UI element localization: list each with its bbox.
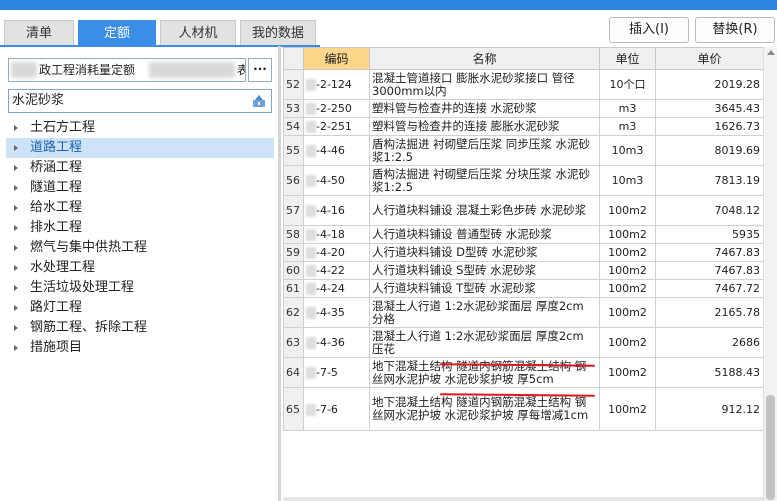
quota-name: 塑料管与检查井的连接 膨胀水泥砂浆 (369, 117, 600, 136)
table-row[interactable]: 54 -2-251 塑料管与检查井的连接 膨胀水泥砂浆 m3 1626.73 (283, 117, 763, 136)
expand-arrow-icon[interactable] (14, 245, 18, 251)
tab-labor-material-machine[interactable]: 人材机 (160, 20, 236, 46)
masked-code-prefix (306, 121, 316, 133)
expand-arrow-icon[interactable] (14, 225, 18, 231)
quota-library-select[interactable]: 政工程消耗量定额 表 (8, 58, 246, 82)
tree-item[interactable]: 桥涵工程 (6, 158, 274, 178)
expand-arrow-icon[interactable] (14, 165, 18, 171)
expand-arrow-icon[interactable] (14, 305, 18, 311)
masked-code-prefix (306, 175, 316, 187)
tree-item[interactable]: 路灯工程 (6, 298, 274, 318)
masked-code-prefix (306, 337, 316, 349)
table-row[interactable]: 57 -4-16 人行道块料铺设 混凝土彩色步砖 水泥砂浆 100m2 7048… (283, 195, 763, 226)
title-bar (0, 0, 777, 10)
filter-search-icon[interactable] (252, 94, 266, 108)
tree-item[interactable]: 钢筋工程、拆除工程 (6, 318, 274, 338)
table-row[interactable]: 56 -4-50 盾构法掘进 衬砌壁后压浆 分块压浆 水泥砂浆1:2.5 10m… (283, 165, 763, 196)
masked-code-prefix (306, 145, 316, 157)
tab-bar: 清单 定额 人材机 我的数据 (0, 18, 320, 46)
quota-name: 混凝土人行道 1:2水泥砂浆面层 厚度2cm 压花 (369, 327, 600, 358)
tree-item[interactable]: 措施项目 (6, 338, 274, 358)
unit-column-header[interactable]: 单位 (599, 47, 656, 70)
quota-table: 编码 名称 单位 单价 52 -2-124 混凝土管道接口 膨胀水泥砂浆接口 管… (283, 47, 763, 431)
quota-name: 地下混凝土结构 隧道内钢筋混凝土结构 钢丝网水泥护坡 水泥砂浆护坡 厚5cm (369, 357, 600, 388)
table-row[interactable]: 53 -2-250 塑料管与检查井的连接 水泥砂浆 m3 3645.43 (283, 99, 763, 118)
vertical-scrollbar[interactable] (763, 47, 777, 501)
name-column-header[interactable]: 名称 (369, 47, 600, 70)
blurred-text (149, 62, 235, 78)
quota-name: 人行道块料铺设 普通型砖 水泥砂浆 (369, 225, 600, 244)
search-value: 水泥砂浆 (12, 93, 65, 108)
horizontal-scrollbar[interactable] (283, 497, 763, 501)
scrollbar-thumb[interactable] (766, 395, 775, 500)
tree-item[interactable]: 给水工程 (6, 198, 274, 218)
expand-arrow-icon[interactable] (14, 125, 18, 131)
table-row[interactable]: 61 -4-24 人行道块料铺设 T型砖 水泥砂浆 100m2 7467.72 (283, 279, 763, 298)
insert-button[interactable]: 插入(I) (609, 17, 689, 43)
search-input[interactable]: 水泥砂浆 (8, 89, 272, 113)
row-number-header (283, 47, 304, 70)
tree-item[interactable]: 燃气与集中供热工程 (6, 238, 274, 258)
masked-code-prefix (306, 265, 316, 277)
quota-name: 人行道块料铺设 T型砖 水泥砂浆 (369, 279, 600, 298)
tree-item[interactable]: 隧道工程 (6, 178, 274, 198)
table-row[interactable]: 60 -4-22 人行道块料铺设 S型砖 水泥砂浆 100m2 7467.83 (283, 261, 763, 280)
masked-code-prefix (306, 307, 316, 319)
table-row[interactable]: 58 -4-18 人行道块料铺设 普通型砖 水泥砂浆 100m2 5935 (283, 225, 763, 244)
table-row[interactable]: 55 -4-46 盾构法掘进 衬砌壁后压浆 同步压浆 水泥砂浆1:2.5 10m… (283, 135, 763, 166)
more-button[interactable]: ··· (248, 58, 272, 82)
tree-item[interactable]: 土石方工程 (6, 118, 274, 138)
masked-code-prefix (306, 367, 316, 379)
masked-code-prefix (306, 247, 316, 259)
tree-item[interactable]: 道路工程 (6, 138, 274, 158)
replace-button[interactable]: 替换(R) (695, 17, 775, 43)
expand-arrow-icon[interactable] (14, 205, 18, 211)
table-row[interactable]: 59 -4-20 人行道块料铺设 D型砖 水泥砂浆 100m2 7467.83 (283, 243, 763, 262)
table-row[interactable]: 62 -4-35 混凝土人行道 1:2水泥砂浆面层 厚度2cm 分格 100m2… (283, 297, 763, 328)
scroll-up-arrow-icon[interactable] (767, 50, 775, 55)
expand-arrow-icon[interactable] (14, 345, 18, 351)
quota-name: 人行道块料铺设 D型砖 水泥砂浆 (369, 243, 600, 262)
panel-splitter[interactable] (278, 46, 281, 501)
quota-name: 混凝土人行道 1:2水泥砂浆面层 厚度2cm 分格 (369, 297, 600, 328)
quota-name: 混凝土管道接口 膨胀水泥砂浆接口 管径3000mm以内 (369, 69, 600, 100)
tab-my-data[interactable]: 我的数据 (240, 20, 316, 46)
tree-item[interactable]: 水处理工程 (6, 258, 274, 278)
price-column-header[interactable]: 单价 (655, 47, 763, 70)
tab-underline (0, 45, 320, 47)
masked-code-prefix (306, 229, 316, 241)
tab-bill[interactable]: 清单 (4, 20, 74, 46)
quota-name: 盾构法掘进 衬砌壁后压浆 分块压浆 水泥砂浆1:2.5 (369, 165, 600, 196)
tree-item[interactable]: 生活垃圾处理工程 (6, 278, 274, 298)
masked-code-prefix (306, 283, 316, 295)
masked-code-prefix (306, 205, 316, 217)
expand-arrow-icon[interactable] (14, 285, 18, 291)
code-column-header[interactable]: 编码 (303, 47, 370, 70)
masked-code-prefix (306, 103, 316, 115)
expand-arrow-icon[interactable] (14, 185, 18, 191)
table-row[interactable]: 63 -4-36 混凝土人行道 1:2水泥砂浆面层 厚度2cm 压花 100m2… (283, 327, 763, 358)
table-row[interactable]: 52 -2-124 混凝土管道接口 膨胀水泥砂浆接口 管径3000mm以内 10… (283, 69, 763, 100)
library-suffix: 表 (237, 59, 245, 81)
tab-quota[interactable]: 定额 (78, 20, 156, 46)
quota-name: 塑料管与检查井的连接 水泥砂浆 (369, 99, 600, 118)
expand-arrow-icon[interactable] (14, 265, 18, 271)
blurred-text (11, 62, 37, 78)
tree-item[interactable]: 排水工程 (6, 218, 274, 238)
masked-code-prefix (306, 79, 316, 91)
quota-name: 人行道块料铺设 S型砖 水泥砂浆 (369, 261, 600, 280)
table-row[interactable]: 64 -7-5 地下混凝土结构 隧道内钢筋混凝土结构 钢丝网水泥护坡 水泥砂浆护… (283, 357, 763, 388)
masked-code-prefix (306, 403, 316, 416)
chapter-tree: 土石方工程 道路工程 桥涵工程 隧道工程 给水工程 排水工程 燃气与集中供热工程… (6, 118, 274, 358)
library-name: 政工程消耗量定额 (39, 63, 136, 77)
expand-arrow-icon[interactable] (14, 145, 18, 151)
quota-name: 人行道块料铺设 混凝土彩色步砖 水泥砂浆 (369, 195, 600, 226)
quota-name: 盾构法掘进 衬砌壁后压浆 同步压浆 水泥砂浆1:2.5 (369, 135, 600, 166)
expand-arrow-icon[interactable] (14, 325, 18, 331)
quota-grid: 编码 名称 单位 单价 52 -2-124 混凝土管道接口 膨胀水泥砂浆接口 管… (283, 47, 763, 501)
